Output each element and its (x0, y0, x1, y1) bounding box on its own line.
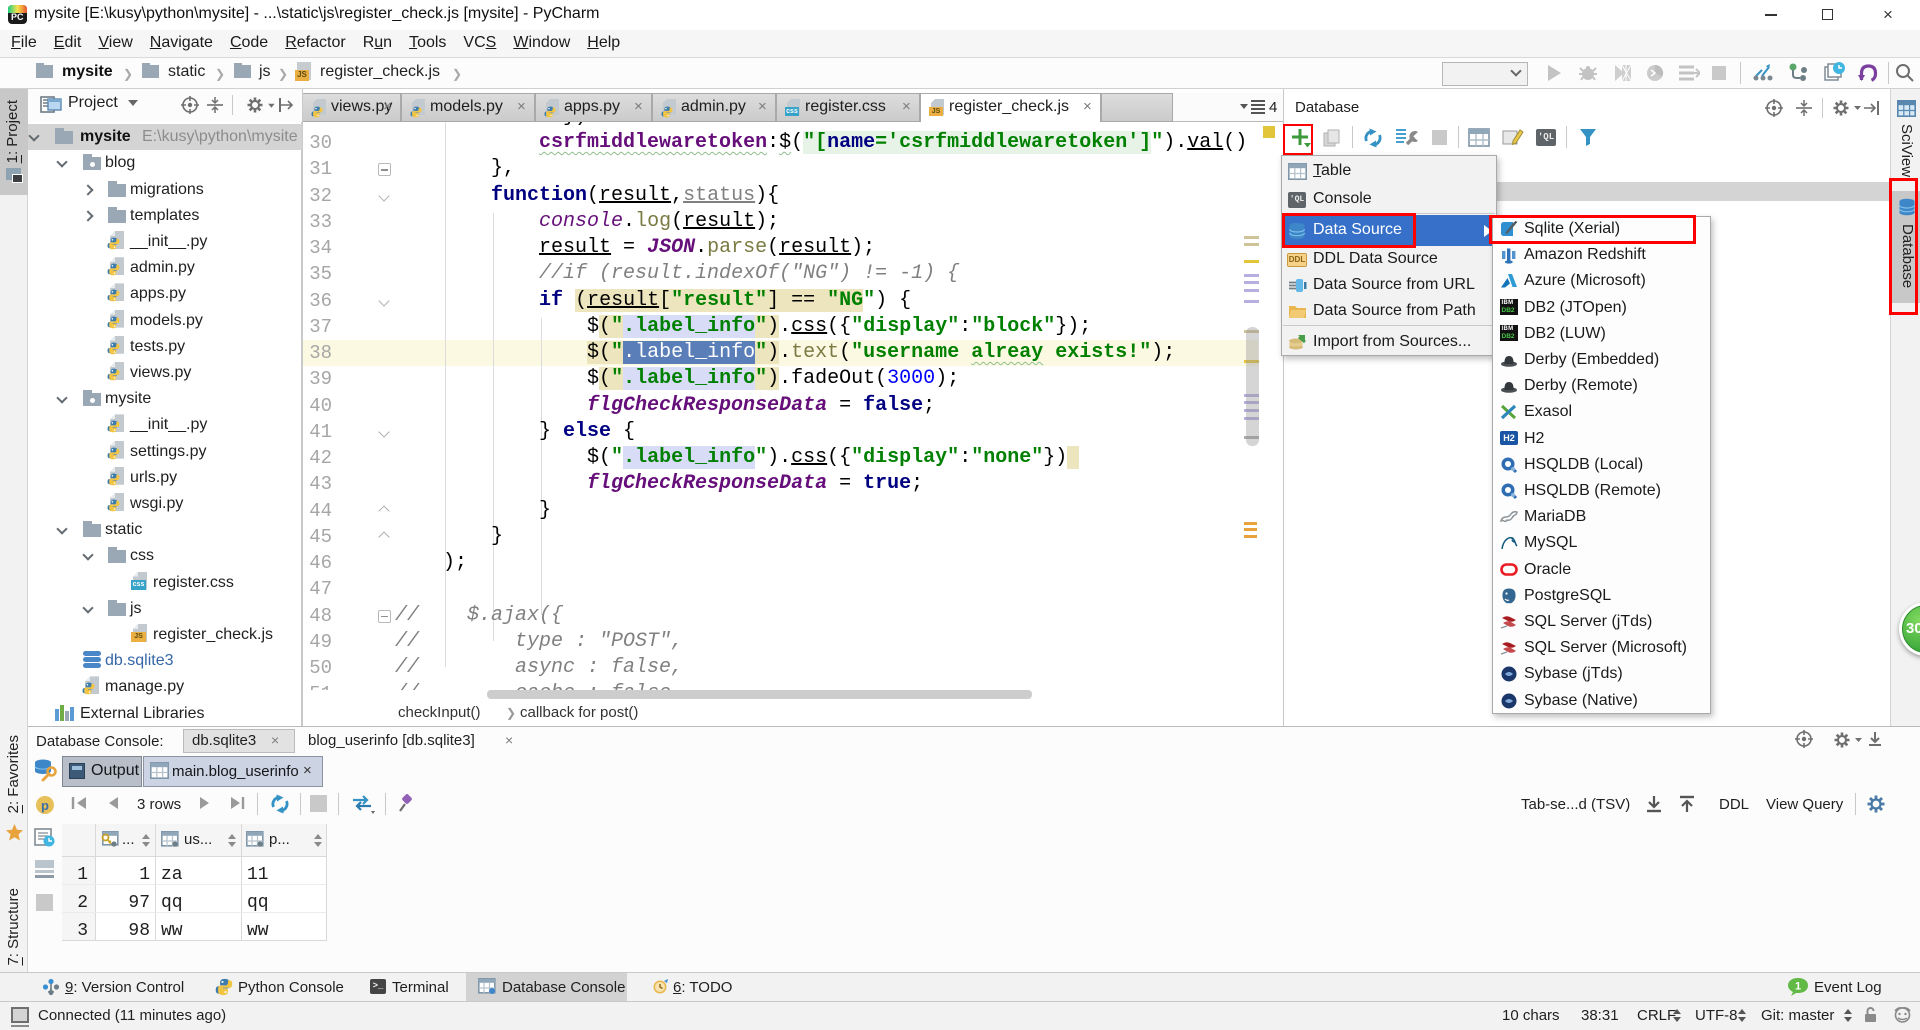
svg-text:p: p (41, 798, 49, 813)
svg-text:1: 1 (1795, 981, 1801, 993)
